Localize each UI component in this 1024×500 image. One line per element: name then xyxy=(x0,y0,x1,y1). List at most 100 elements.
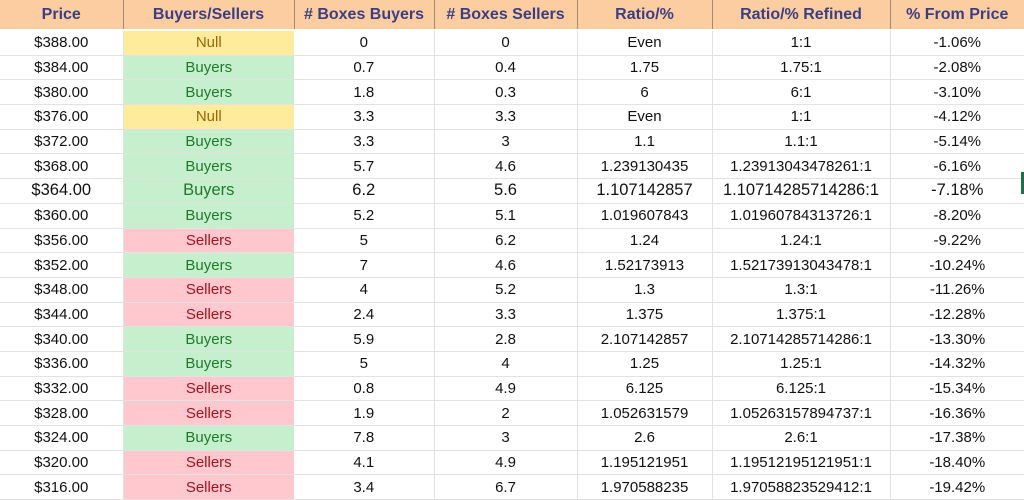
cell-boxes-sellers[interactable]: 0.3 xyxy=(434,79,578,106)
cell-ratio[interactable]: Even xyxy=(577,30,713,56)
cell-ratio-refined[interactable]: 1:1 xyxy=(712,104,891,130)
cell-ratio-refined[interactable]: 1.19512195121951:1 xyxy=(712,450,891,476)
cell-pct-from-price[interactable]: -5.14% xyxy=(890,129,1024,155)
status-badge[interactable]: Buyers xyxy=(123,252,294,278)
status-badge[interactable]: Buyers xyxy=(123,178,294,204)
cell-pct-from-price[interactable]: -16.36% xyxy=(890,400,1024,426)
cell-boxes-sellers[interactable]: 6.7 xyxy=(434,474,578,500)
cell-boxes-sellers[interactable]: 5.6 xyxy=(434,178,578,204)
cell-boxes-sellers[interactable]: 5.1 xyxy=(434,203,578,229)
cell-pct-from-price[interactable]: -19.42% xyxy=(890,474,1024,500)
cell-ratio[interactable]: 2.6 xyxy=(577,425,713,451)
header-buyers-sellers[interactable]: Buyers/Sellers xyxy=(123,0,295,31)
status-badge[interactable]: Sellers xyxy=(123,228,294,254)
status-badge[interactable]: Buyers xyxy=(123,153,294,180)
status-badge[interactable]: Buyers xyxy=(123,351,294,377)
status-badge[interactable]: Sellers xyxy=(123,376,294,402)
status-badge[interactable]: Buyers xyxy=(123,79,294,106)
cell-ratio[interactable]: 1.24 xyxy=(577,228,713,254)
cell-boxes-sellers[interactable]: 0.4 xyxy=(434,55,578,81)
status-badge[interactable]: Sellers xyxy=(123,277,294,303)
cell-pct-from-price[interactable]: -13.30% xyxy=(890,326,1024,352)
cell-pct-from-price[interactable]: -12.28% xyxy=(890,302,1024,328)
cell-pct-from-price[interactable]: -11.26% xyxy=(890,277,1024,303)
cell-ratio-refined[interactable]: 6:1 xyxy=(712,79,891,106)
cell-boxes-buyers[interactable]: 7 xyxy=(294,252,435,278)
cell-pct-from-price[interactable]: -7.18% xyxy=(890,178,1024,204)
cell-boxes-buyers[interactable]: 5.7 xyxy=(294,153,435,180)
cell-pct-from-price[interactable]: -2.08% xyxy=(890,55,1024,81)
status-badge[interactable]: Sellers xyxy=(123,474,294,500)
cell-boxes-sellers[interactable]: 2 xyxy=(434,400,578,426)
cell-boxes-buyers[interactable]: 5 xyxy=(294,351,435,377)
cell-boxes-buyers[interactable]: 1.8 xyxy=(294,79,435,106)
cell-boxes-sellers[interactable]: 4 xyxy=(434,351,578,377)
cell-boxes-buyers[interactable]: 5.9 xyxy=(294,326,435,352)
cell-ratio[interactable]: 1.1 xyxy=(577,129,713,155)
cell-ratio[interactable]: 6 xyxy=(577,79,713,106)
cell-ratio-refined[interactable]: 1.75:1 xyxy=(712,55,891,81)
cell-ratio[interactable]: 1.52173913 xyxy=(577,252,713,278)
status-badge[interactable]: Null xyxy=(123,104,294,130)
cell-ratio-refined[interactable]: 1.52173913043478:1 xyxy=(712,252,891,278)
status-badge[interactable]: Sellers xyxy=(123,400,294,426)
cell-boxes-buyers[interactable]: 3.4 xyxy=(294,474,435,500)
cell-boxes-buyers[interactable]: 3.3 xyxy=(294,129,435,155)
cell-pct-from-price[interactable]: -9.22% xyxy=(890,228,1024,254)
cell-ratio-refined[interactable]: 1.10714285714286:1 xyxy=(712,178,891,204)
cell-boxes-sellers[interactable]: 4.9 xyxy=(434,376,578,402)
cell-pct-from-price[interactable]: -3.10% xyxy=(890,79,1024,106)
cell-ratio-refined[interactable]: 1.23913043478261:1 xyxy=(712,153,891,180)
cell-boxes-sellers[interactable]: 0 xyxy=(434,30,578,56)
cell-price[interactable]: $324.00 xyxy=(0,425,124,451)
cell-price[interactable]: $360.00 xyxy=(0,203,124,229)
cell-pct-from-price[interactable]: -1.06% xyxy=(890,30,1024,56)
cell-ratio[interactable]: 1.970588235 xyxy=(577,474,713,500)
status-badge[interactable]: Buyers xyxy=(123,129,294,155)
cell-ratio-refined[interactable]: 2.6:1 xyxy=(712,425,891,451)
cell-price[interactable]: $380.00 xyxy=(0,79,124,106)
cell-pct-from-price[interactable]: -17.38% xyxy=(890,425,1024,451)
cell-price[interactable]: $388.00 xyxy=(0,30,124,56)
cell-boxes-buyers[interactable]: 0 xyxy=(294,30,435,56)
cell-price[interactable]: $340.00 xyxy=(0,326,124,352)
cell-price[interactable]: $364.00 xyxy=(0,178,124,204)
cell-boxes-buyers[interactable]: 3.3 xyxy=(294,104,435,130)
cell-boxes-sellers[interactable]: 3 xyxy=(434,425,578,451)
cell-price[interactable]: $336.00 xyxy=(0,351,124,377)
cell-ratio[interactable]: 6.125 xyxy=(577,376,713,402)
cell-price[interactable]: $376.00 xyxy=(0,104,124,130)
header-ratio[interactable]: Ratio/% xyxy=(577,0,713,31)
cell-ratio-refined[interactable]: 1.3:1 xyxy=(712,277,891,303)
cell-boxes-buyers[interactable]: 5.2 xyxy=(294,203,435,229)
cell-boxes-buyers[interactable]: 4 xyxy=(294,277,435,303)
cell-price[interactable]: $344.00 xyxy=(0,302,124,328)
cell-ratio[interactable]: 1.25 xyxy=(577,351,713,377)
cell-pct-from-price[interactable]: -6.16% xyxy=(890,153,1024,180)
cell-pct-from-price[interactable]: -15.34% xyxy=(890,376,1024,402)
cell-price[interactable]: $368.00 xyxy=(0,153,124,180)
cell-boxes-buyers[interactable]: 6.2 xyxy=(294,178,435,204)
cell-price[interactable]: $320.00 xyxy=(0,450,124,476)
cell-boxes-sellers[interactable]: 6.2 xyxy=(434,228,578,254)
cell-boxes-buyers[interactable]: 2.4 xyxy=(294,302,435,328)
cell-boxes-sellers[interactable]: 3.3 xyxy=(434,302,578,328)
status-badge[interactable]: Sellers xyxy=(123,450,294,476)
cell-boxes-sellers[interactable]: 5.2 xyxy=(434,277,578,303)
cell-pct-from-price[interactable]: -4.12% xyxy=(890,104,1024,130)
cell-ratio-refined[interactable]: 1.97058823529412:1 xyxy=(712,474,891,500)
cell-boxes-sellers[interactable]: 4.6 xyxy=(434,153,578,180)
cell-boxes-buyers[interactable]: 0.8 xyxy=(294,376,435,402)
cell-price[interactable]: $348.00 xyxy=(0,277,124,303)
cell-boxes-buyers[interactable]: 0.7 xyxy=(294,55,435,81)
cell-ratio-refined[interactable]: 1.25:1 xyxy=(712,351,891,377)
cell-boxes-buyers[interactable]: 5 xyxy=(294,228,435,254)
status-badge[interactable]: Buyers xyxy=(123,203,294,229)
cell-boxes-buyers[interactable]: 1.9 xyxy=(294,400,435,426)
cell-ratio[interactable]: 1.195121951 xyxy=(577,450,713,476)
status-badge[interactable]: Null xyxy=(123,30,294,56)
cell-price[interactable]: $332.00 xyxy=(0,376,124,402)
cell-boxes-sellers[interactable]: 3.3 xyxy=(434,104,578,130)
status-badge[interactable]: Sellers xyxy=(123,302,294,328)
cell-ratio-refined[interactable]: 1.24:1 xyxy=(712,228,891,254)
